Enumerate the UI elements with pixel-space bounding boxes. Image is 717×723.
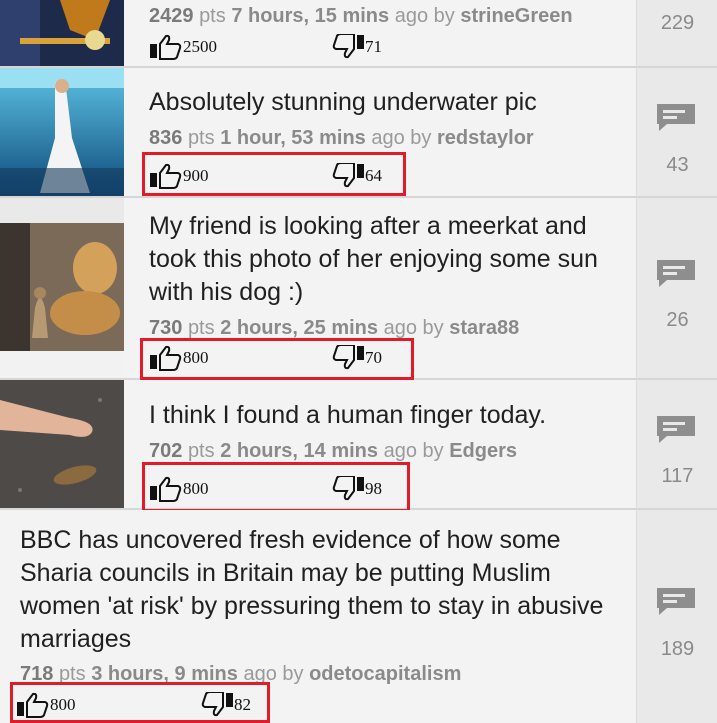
post-row[interactable]: 2429 pts 7 hours, 15 mins ago by strineG…	[0, 0, 717, 68]
thumbs-up-icon	[149, 345, 183, 371]
thumbs-up-icon	[149, 34, 183, 60]
post-time: 2 hours, 25 mins	[220, 317, 379, 339]
thumbs-down-icon	[200, 692, 234, 718]
downvote-count: 64	[365, 166, 382, 185]
post-thumbnail[interactable]	[0, 198, 124, 378]
thumbnail-image	[0, 0, 124, 66]
comment-icon	[657, 104, 695, 131]
vote-bar: 2500 71	[149, 32, 409, 62]
thumbs-down-icon	[331, 34, 365, 60]
post-thumbnail[interactable]	[0, 68, 124, 196]
upvote-count: 800	[50, 695, 76, 714]
comments-button[interactable]: 117	[636, 380, 717, 508]
upvote-button[interactable]: 800	[149, 476, 209, 502]
comments-button[interactable]: 26	[636, 198, 717, 378]
post-title[interactable]: BBC has uncovered fresh evidence of how …	[20, 524, 606, 656]
pts-label: pts	[187, 440, 215, 462]
comment-count: 229	[660, 12, 695, 34]
thumbnail-image	[0, 198, 124, 378]
thumbs-down-icon	[331, 476, 365, 502]
post-points: 730	[149, 317, 183, 339]
comments-button[interactable]: 43	[636, 68, 717, 196]
post-time: 2 hours, 14 mins	[220, 440, 379, 462]
ago-label: ago by	[394, 5, 455, 27]
thumbs-down-icon	[331, 345, 365, 371]
post-meta: 836 pts 1 hour, 53 mins ago by redstaylo…	[149, 127, 534, 150]
post-thumbnail[interactable]	[0, 0, 124, 66]
downvote-count: 98	[365, 479, 382, 498]
post-author[interactable]: redstaylor	[437, 127, 534, 149]
post-row[interactable]: Absolutely stunning underwater pic 836 p…	[0, 68, 717, 198]
vote-bar: 800 70	[149, 343, 409, 373]
thumbnail-image	[0, 380, 124, 508]
upvote-button[interactable]: 2500	[149, 34, 217, 60]
downvote-count: 71	[365, 37, 382, 56]
comment-count: 26	[666, 309, 689, 331]
post-meta: 702 pts 2 hours, 14 mins ago by Edgers	[149, 440, 517, 463]
thumbs-up-icon	[149, 476, 183, 502]
upvote-count: 2500	[183, 37, 217, 56]
post-title[interactable]: My friend is looking after a meerkat and…	[149, 210, 628, 309]
pts-label: pts	[199, 5, 226, 27]
post-author[interactable]: stara88	[449, 317, 519, 339]
post-time: 7 hours, 15 mins	[231, 5, 390, 27]
post-thumbnail[interactable]	[0, 380, 124, 508]
downvote-count: 82	[234, 695, 251, 714]
upvote-button[interactable]: 900	[149, 163, 209, 189]
post-author[interactable]: strineGreen	[460, 5, 572, 27]
post-row[interactable]: My friend is looking after a meerkat and…	[0, 198, 717, 380]
upvote-count: 800	[183, 348, 209, 367]
comment-icon	[657, 260, 695, 287]
vote-bar: 900 64	[149, 161, 409, 191]
post-title[interactable]: I think I found a human finger today.	[149, 399, 628, 432]
vote-bar: 800 98	[149, 474, 409, 504]
thumbs-up-icon	[16, 692, 50, 718]
comments-button[interactable]: 189	[636, 510, 717, 723]
post-row[interactable]: I think I found a human finger today. 70…	[0, 380, 717, 512]
ago-label: ago by	[383, 440, 444, 462]
upvote-count: 800	[183, 479, 209, 498]
post-meta: 2429 pts 7 hours, 15 mins ago by strineG…	[149, 5, 573, 28]
post-row[interactable]: BBC has uncovered fresh evidence of how …	[0, 510, 717, 723]
comments-button[interactable]: 229	[636, 0, 717, 66]
post-author[interactable]: odetocapitalism	[309, 663, 461, 685]
post-title[interactable]: Absolutely stunning underwater pic	[149, 86, 628, 119]
downvote-button[interactable]: 70	[331, 345, 382, 371]
pts-label: pts	[187, 317, 215, 339]
upvote-button[interactable]: 800	[149, 345, 209, 371]
comment-icon	[657, 416, 695, 443]
pts-label: pts	[187, 127, 215, 149]
comment-count: 43	[666, 154, 689, 176]
downvote-button[interactable]: 64	[331, 163, 382, 189]
vote-bar: 800 82	[16, 690, 266, 720]
post-time: 1 hour, 53 mins	[220, 127, 366, 149]
downvote-button[interactable]: 82	[200, 692, 251, 718]
comment-count: 117	[661, 465, 694, 487]
post-points: 2429	[149, 5, 194, 27]
post-points: 702	[149, 440, 183, 462]
post-meta: 730 pts 2 hours, 25 mins ago by stara88	[149, 317, 519, 340]
upvote-count: 900	[183, 166, 209, 185]
ago-label: ago by	[371, 127, 432, 149]
comment-count: 189	[660, 638, 695, 660]
thumbs-down-icon	[331, 163, 365, 189]
ago-label: ago by	[383, 317, 444, 339]
downvote-button[interactable]: 98	[331, 476, 382, 502]
post-points: 836	[149, 127, 183, 149]
thumbs-up-icon	[149, 163, 183, 189]
downvote-count: 70	[365, 348, 382, 367]
downvote-button[interactable]: 71	[331, 34, 382, 60]
post-author[interactable]: Edgers	[449, 440, 517, 462]
upvote-button[interactable]: 800	[16, 692, 76, 718]
comment-icon	[657, 588, 695, 615]
thumbnail-image	[0, 68, 124, 196]
